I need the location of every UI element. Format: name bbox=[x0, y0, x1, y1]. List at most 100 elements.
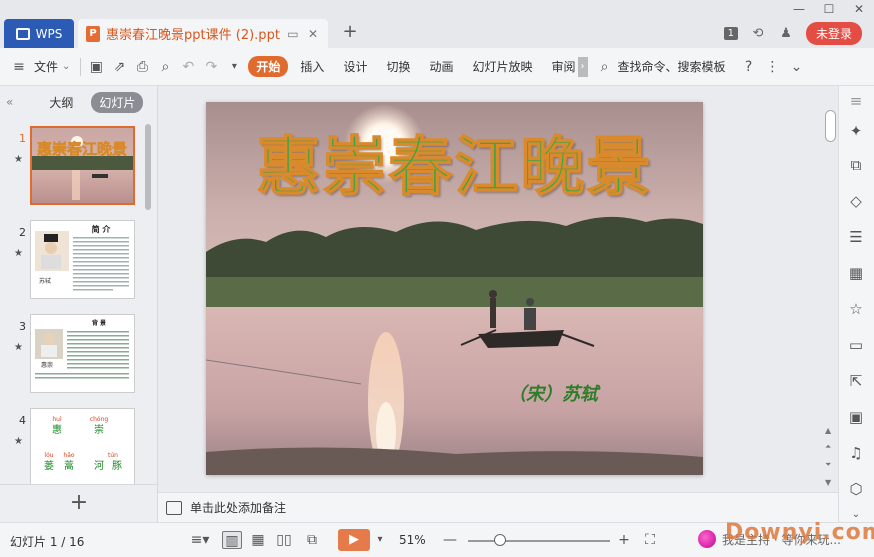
thumbnail-scrollbar[interactable] bbox=[145, 124, 151, 210]
save-icon[interactable]: ▣ bbox=[87, 58, 105, 76]
scroll-down-icon[interactable]: ▼ bbox=[825, 478, 831, 487]
thumbnail-list: 1 ★ 惠崇春江晚景 2 ★ 苏轼 简 介 3 ★ 惠崇 背 景 4 ★ huì… bbox=[0, 122, 150, 484]
wps-logo-icon bbox=[15, 27, 30, 40]
notes-icon bbox=[166, 500, 182, 515]
notes-placeholder: 单击此处添加备注 bbox=[190, 501, 287, 515]
more-options-icon[interactable]: ⋮ bbox=[764, 58, 782, 76]
thumbnail-number: 1 bbox=[19, 132, 26, 145]
tab-review[interactable]: 审阅 bbox=[552, 58, 576, 75]
maximize-icon[interactable]: ☐ bbox=[814, 0, 844, 18]
audio-icon[interactable]: ♫ bbox=[845, 442, 867, 464]
screen-icon[interactable]: ▭ bbox=[286, 27, 300, 41]
current-slide[interactable]: 惠崇春江晚景 （宋）苏轼 bbox=[206, 102, 703, 475]
notes-area[interactable]: 单击此处添加备注 bbox=[158, 492, 838, 522]
customize-dropdown-icon[interactable]: ▾ bbox=[225, 58, 243, 76]
zoom-slider[interactable] bbox=[468, 540, 610, 542]
window-count-badge[interactable]: 1 bbox=[723, 27, 738, 40]
settings-sliders-icon[interactable]: ☰ bbox=[845, 226, 867, 248]
slide-title[interactable]: 惠崇春江晚景 bbox=[206, 116, 703, 208]
slide-author[interactable]: （宋）苏轼 bbox=[508, 380, 598, 406]
close-tab-icon[interactable]: ✕ bbox=[306, 27, 320, 41]
scrollbar-thumb[interactable] bbox=[825, 110, 836, 142]
char-hao: 蒿 bbox=[64, 460, 74, 472]
thumbnail-item-1[interactable]: 1 ★ 惠崇春江晚景 bbox=[0, 122, 150, 206]
more-tabs-arrow[interactable]: › bbox=[577, 56, 588, 77]
image-gallery-icon[interactable]: ▦ bbox=[845, 262, 867, 284]
sync-icon[interactable]: ⟲ bbox=[750, 26, 766, 42]
collapse-ribbon-icon[interactable]: ⌄ bbox=[788, 58, 806, 76]
file-menu-label: 文件 bbox=[34, 60, 59, 74]
tab-transition[interactable]: 切换 bbox=[386, 58, 410, 75]
char-chong: 崇 bbox=[94, 424, 104, 436]
thumbnail-item-3[interactable]: 3 ★ 惠崇 背 景 bbox=[0, 310, 150, 394]
thumbnail-item-2[interactable]: 2 ★ 苏轼 简 介 bbox=[0, 216, 150, 300]
char-hui: 惠 bbox=[52, 423, 62, 436]
fit-window-icon[interactable]: ⛶ bbox=[640, 531, 660, 549]
char-tun: 豚 bbox=[112, 460, 122, 472]
tab-start[interactable]: 开始 bbox=[248, 56, 289, 77]
command-search-label: 查找命令、搜索模板 bbox=[617, 60, 726, 74]
tab-animation[interactable]: 动画 bbox=[429, 58, 453, 75]
skin-icon[interactable]: ♟ bbox=[778, 26, 794, 42]
zoom-in-icon[interactable]: + bbox=[614, 531, 634, 549]
tab-insert[interactable]: 插入 bbox=[300, 58, 324, 75]
thumbnail-3-title: 背 景 bbox=[92, 319, 106, 327]
slide-sorter-icon[interactable]: ▦ bbox=[248, 531, 268, 549]
redo-icon[interactable]: ↷ bbox=[202, 58, 220, 76]
add-slide-button[interactable]: + bbox=[0, 484, 158, 522]
login-button[interactable]: 未登录 bbox=[805, 22, 862, 45]
undo-icon[interactable]: ↶ bbox=[179, 58, 197, 76]
tab-slides[interactable]: 幻灯片 bbox=[91, 91, 144, 113]
animation-star-icon: ★ bbox=[14, 248, 23, 259]
document-tab-title: 惠崇春江晚景ppt课件 (2).ppt bbox=[106, 28, 280, 43]
zoom-level[interactable]: 51% bbox=[399, 533, 426, 547]
canvas-scrollbar[interactable]: ▲ ⏶ ⏷ ▼ bbox=[823, 86, 838, 492]
document-tab[interactable]: P 惠崇春江晚景ppt课件 (2).ppt ▭ ✕ bbox=[78, 19, 328, 48]
tab-slideshow[interactable]: 幻灯片放映 bbox=[472, 58, 532, 75]
panel-handle-icon[interactable]: ≡ bbox=[845, 90, 867, 112]
play-options-icon[interactable]: ▾ bbox=[370, 531, 390, 549]
print-icon[interactable]: ⎙ bbox=[133, 58, 151, 76]
page-down-icon[interactable]: ⏷ bbox=[825, 460, 831, 470]
slide-canvas: 惠崇春江晚景 （宋）苏轼 bbox=[158, 86, 823, 492]
char-lou: 蒌 bbox=[44, 460, 54, 472]
star-icon[interactable]: ☆ bbox=[845, 298, 867, 320]
wps-home-tab[interactable]: WPS bbox=[4, 19, 74, 48]
thumbnail-4-image: huì chóng 惠 崇 lóu hāo tún 蒌 蒿 河 豚 bbox=[31, 409, 134, 484]
help-icon[interactable]: ? bbox=[740, 58, 758, 76]
thumbnail-preview: huì chóng 惠 崇 lóu hāo tún 蒌 蒿 河 豚 bbox=[30, 408, 135, 484]
copy-style-icon[interactable]: ⧉ bbox=[845, 154, 867, 176]
collapse-panel-icon[interactable]: « bbox=[6, 95, 13, 109]
pinyin-tun: tún bbox=[108, 452, 118, 459]
notes-view-icon[interactable]: ⧉ bbox=[302, 531, 322, 549]
minimize-icon[interactable]: — bbox=[784, 0, 814, 18]
scroll-up-icon[interactable]: ▲ bbox=[825, 426, 831, 435]
picture-icon[interactable]: ▣ bbox=[845, 406, 867, 428]
close-window-icon[interactable]: ✕ bbox=[844, 0, 874, 18]
shapes-icon[interactable]: ◇ bbox=[845, 190, 867, 212]
new-tab-button[interactable]: + bbox=[340, 21, 360, 42]
reading-view-icon[interactable]: ▯▯ bbox=[274, 531, 294, 549]
search-icon: ⌕ bbox=[600, 58, 609, 75]
page-up-icon[interactable]: ⏶ bbox=[825, 442, 831, 452]
tab-outline[interactable]: 大纲 bbox=[41, 92, 81, 113]
tab-design[interactable]: 设计 bbox=[343, 58, 367, 75]
share-icon[interactable]: ⇱ bbox=[845, 370, 867, 392]
normal-view-icon[interactable]: ▥ bbox=[222, 531, 242, 549]
command-search[interactable]: ⌕ 查找命令、搜索模板 bbox=[596, 58, 726, 76]
zoom-out-icon[interactable]: — bbox=[440, 531, 460, 549]
file-menu[interactable]: ≡ 文件 ⌄ bbox=[10, 58, 70, 76]
thumbnail-2-title: 简 介 bbox=[92, 224, 112, 234]
pinyin-hao: hāo bbox=[63, 452, 74, 459]
magic-wand-icon[interactable]: ✦ bbox=[845, 120, 867, 142]
thumbnail-item-4[interactable]: 4 ★ huì chóng 惠 崇 lóu hāo tún 蒌 蒿 河 豚 bbox=[0, 404, 150, 484]
export-icon[interactable]: ⇗ bbox=[110, 58, 128, 76]
main-toolbar: ≡ 文件 ⌄ ▣ ⇗ ⎙ ⌕ ↶ ↷ ▾ 开始 插入 设计 切换 动画 幻灯片放… bbox=[0, 48, 874, 86]
print-preview-icon[interactable]: ⌕ bbox=[156, 58, 174, 76]
view-menu-icon[interactable]: ≡▾ bbox=[190, 531, 210, 549]
shield-icon[interactable]: ⬡ bbox=[845, 478, 867, 500]
play-slideshow-button[interactable]: ▶ bbox=[338, 529, 370, 551]
zoom-slider-handle[interactable] bbox=[494, 534, 506, 546]
archive-icon[interactable]: ▭ bbox=[845, 334, 867, 356]
thumbnail-1-title: 惠崇春江晚景 bbox=[37, 140, 127, 158]
